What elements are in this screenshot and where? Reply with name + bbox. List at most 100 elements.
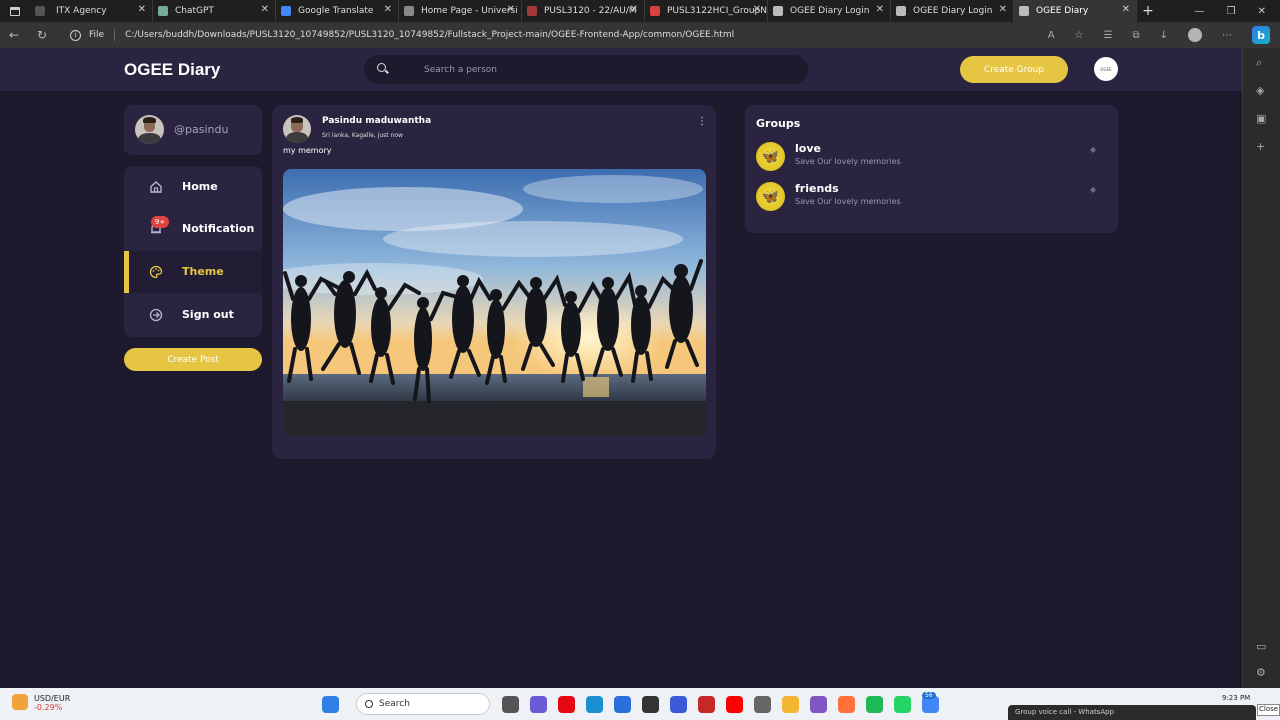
- collections-icon[interactable]: ⧉: [1132, 30, 1139, 41]
- start-icon[interactable]: [322, 695, 339, 713]
- add-sidebar-icon[interactable]: +: [1256, 140, 1265, 153]
- close-tab-icon[interactable]: ✕: [384, 4, 392, 15]
- edge-icon[interactable]: [586, 695, 603, 713]
- profile-icon[interactable]: [1188, 28, 1202, 42]
- mcafee-icon[interactable]: [698, 695, 715, 713]
- browser-tab[interactable]: Google Translate ✕: [276, 0, 399, 22]
- tab-favicon-icon: [35, 6, 45, 16]
- plus-icon[interactable]: +: [1137, 3, 1159, 19]
- sidebar-toggle-icon[interactable]: ▭: [1256, 640, 1266, 653]
- close-window-icon[interactable]: ✕: [1258, 6, 1266, 17]
- app-icon[interactable]: [642, 695, 659, 713]
- close-tab-icon[interactable]: ✕: [1122, 4, 1130, 15]
- close-tab-icon[interactable]: ✕: [138, 4, 146, 15]
- close-tab-icon[interactable]: ✕: [753, 4, 761, 15]
- app-icon[interactable]: [670, 695, 687, 713]
- profile-card[interactable]: @pasindu: [124, 105, 262, 155]
- downloads-icon[interactable]: ↓: [1160, 30, 1168, 41]
- shopping-icon[interactable]: ◈: [1256, 84, 1264, 97]
- favorite-star-icon[interactable]: ☆: [1075, 30, 1084, 41]
- url-text: C:/Users/buddh/Downloads/PUSL3120_107498…: [125, 30, 735, 40]
- office-icon[interactable]: ▣: [1256, 112, 1266, 125]
- settings-icon[interactable]: ⚙: [1256, 666, 1266, 679]
- post-meta: Sri lanka, Kagalle, just now: [322, 132, 403, 139]
- taskbar-search[interactable]: Search: [356, 693, 490, 715]
- restore-icon[interactable]: ❐: [1227, 6, 1236, 17]
- app-logo[interactable]: OGEE Diary: [124, 60, 220, 80]
- group-item-love[interactable]: 🦋 love Save Our lovely memories ◆: [756, 142, 1106, 174]
- group-item-friends[interactable]: 🦋 friends Save Our lovely memories ◆: [756, 182, 1106, 214]
- close-tab-icon[interactable]: ✕: [876, 4, 884, 15]
- market-ticker[interactable]: USD/EUR -0.29%: [12, 694, 70, 712]
- workspaces-icon[interactable]: [0, 0, 30, 22]
- minimize-icon[interactable]: —: [1195, 6, 1205, 17]
- close-tab-icon[interactable]: ✕: [630, 4, 638, 15]
- file-explorer-icon[interactable]: [782, 695, 799, 713]
- netflix-icon[interactable]: [558, 695, 575, 713]
- refresh-icon[interactable]: ↻: [28, 28, 56, 42]
- groups-title: Groups: [756, 117, 801, 130]
- browser-tab[interactable]: PUSL3120 - 22/AU/M ✕: [522, 0, 645, 22]
- youtube-icon[interactable]: [726, 695, 743, 713]
- more-vertical-icon[interactable]: ⋮: [697, 116, 707, 127]
- favorites-icon[interactable]: ☰: [1104, 30, 1113, 41]
- group-options-icon[interactable]: ◆: [1090, 145, 1096, 154]
- tab-title: Google Translate: [298, 6, 374, 16]
- avatar[interactable]: [283, 115, 311, 143]
- group-options-icon[interactable]: ◆: [1090, 185, 1096, 194]
- browser-tab[interactable]: OGEE Diary Login ✕: [768, 0, 891, 22]
- taskbar-search-label: Search: [379, 699, 410, 709]
- sidebar-item-theme[interactable]: Theme: [124, 251, 262, 293]
- browser-tab[interactable]: ChatGPT ✕: [153, 0, 276, 22]
- visual-studio-icon[interactable]: [810, 695, 827, 713]
- bing-icon[interactable]: b: [1252, 26, 1270, 44]
- browser-tab[interactable]: PUSL3122HCI_GroupN ✕: [645, 0, 768, 22]
- tab-title: ITX Agency: [56, 6, 107, 16]
- sidebar-item-label: Notification: [182, 222, 255, 235]
- task-view-icon[interactable]: [502, 695, 519, 713]
- browser-tab[interactable]: ITX Agency ✕: [30, 0, 153, 22]
- browser-tab[interactable]: Home Page - Universi ✕: [399, 0, 522, 22]
- clock[interactable]: 9:23 PM: [1222, 694, 1250, 702]
- sidebar-item-label: Sign out: [182, 308, 234, 321]
- search-input[interactable]: [424, 55, 794, 84]
- whatsapp-notification[interactable]: Group voice call - WhatsApp: [1008, 705, 1256, 720]
- more-icon[interactable]: ⋯: [1222, 30, 1232, 41]
- tab-favicon-icon: [404, 6, 414, 16]
- read-aloud-icon[interactable]: A: [1048, 30, 1055, 41]
- search-icon: [365, 700, 373, 708]
- post-author[interactable]: Pasindu maduwantha: [322, 116, 431, 126]
- sidebar-item-notification[interactable]: 9+ Notification: [124, 208, 262, 250]
- url-field[interactable]: i File C:/Users/buddh/Downloads/PUSL3120…: [70, 29, 734, 41]
- create-post-button[interactable]: Create Post: [124, 348, 262, 371]
- windows-taskbar: USD/EUR -0.29% Search 56 9:23 PM Group v…: [0, 688, 1280, 720]
- chat-icon[interactable]: [530, 695, 547, 713]
- sidebar-item-home[interactable]: Home: [124, 166, 262, 208]
- search-bar: [364, 55, 808, 84]
- post-image[interactable]: [283, 169, 706, 437]
- info-icon[interactable]: i: [70, 29, 81, 41]
- avatar[interactable]: OGEE: [1094, 57, 1118, 81]
- notification-badge: 9+: [151, 216, 169, 228]
- butterfly-icon: 🦋: [756, 182, 785, 211]
- search-icon[interactable]: ⌕: [1256, 56, 1262, 70]
- tab-favicon-icon: [527, 6, 537, 16]
- tab-title: OGEE Diary Login: [790, 6, 870, 16]
- back-icon[interactable]: ←: [0, 28, 28, 42]
- post-card: Pasindu maduwantha Sri lanka, Kagalle, j…: [272, 105, 716, 459]
- ticker-icon: [12, 694, 28, 710]
- close-tab-icon[interactable]: ✕: [507, 4, 515, 15]
- spotify-icon[interactable]: [866, 695, 883, 713]
- firefox-icon[interactable]: [838, 695, 855, 713]
- sign-out-icon: [149, 308, 163, 322]
- sidebar-item-sign-out[interactable]: Sign out: [124, 294, 262, 336]
- browser-tab[interactable]: OGEE Diary Login ✕: [891, 0, 1014, 22]
- browser-tab-active[interactable]: OGEE Diary ✕: [1014, 0, 1137, 22]
- tab-title: OGEE Diary: [1036, 6, 1089, 16]
- store-icon[interactable]: [614, 695, 631, 713]
- whatsapp-icon[interactable]: [894, 695, 911, 713]
- close-tab-icon[interactable]: ✕: [261, 4, 269, 15]
- app-icon[interactable]: [754, 695, 771, 713]
- create-group-button[interactable]: Create Group: [960, 56, 1068, 83]
- close-tab-icon[interactable]: ✕: [999, 4, 1007, 15]
